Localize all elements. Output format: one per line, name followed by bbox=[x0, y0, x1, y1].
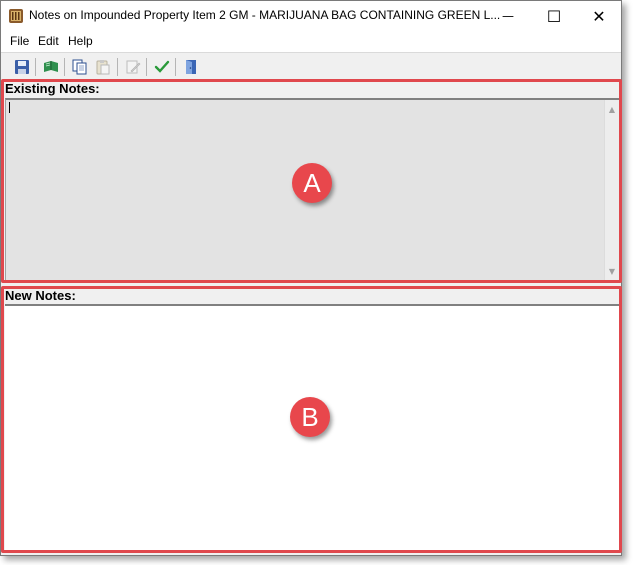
menu-help[interactable]: Help bbox=[68, 34, 93, 48]
minimize-button[interactable]: — bbox=[485, 1, 531, 31]
toolbar bbox=[1, 52, 621, 81]
menu-bar: File Edit Help bbox=[1, 31, 621, 52]
toolbar-separator bbox=[146, 58, 147, 76]
open-notes-button[interactable] bbox=[41, 57, 61, 77]
close-icon: ✕ bbox=[592, 6, 606, 26]
toolbar-separator bbox=[117, 58, 118, 76]
toolbar-separator bbox=[175, 58, 176, 76]
close-button[interactable]: ✕ bbox=[576, 1, 622, 31]
exit-button[interactable] bbox=[181, 57, 201, 77]
copy-button[interactable] bbox=[70, 57, 90, 77]
paste-icon bbox=[96, 60, 110, 75]
app-icon bbox=[9, 9, 23, 23]
menu-file[interactable]: File bbox=[10, 34, 29, 48]
checkmark-icon bbox=[154, 60, 170, 73]
exit-door-icon bbox=[186, 60, 196, 74]
title-bar[interactable]: Notes on Impounded Property Item 2 GM - … bbox=[1, 1, 621, 31]
callout-b: B bbox=[290, 397, 330, 437]
accept-button[interactable] bbox=[152, 57, 172, 77]
open-book-icon bbox=[44, 61, 58, 72]
save-button[interactable] bbox=[12, 57, 32, 77]
menu-edit[interactable]: Edit bbox=[38, 34, 59, 48]
notes-window: Notes on Impounded Property Item 2 GM - … bbox=[0, 0, 622, 556]
window-title: Notes on Impounded Property Item 2 GM - … bbox=[29, 8, 501, 22]
save-icon bbox=[15, 60, 29, 74]
maximize-icon: ☐ bbox=[546, 6, 562, 26]
toolbar-separator bbox=[35, 58, 36, 76]
maximize-button[interactable]: ☐ bbox=[531, 1, 577, 31]
paste-button[interactable] bbox=[93, 57, 113, 77]
copy-icon bbox=[72, 59, 87, 75]
callout-a: A bbox=[292, 163, 332, 203]
minimize-icon: — bbox=[502, 9, 514, 23]
edit-icon bbox=[126, 60, 141, 74]
toolbar-separator bbox=[64, 58, 65, 76]
edit-button[interactable] bbox=[123, 57, 143, 77]
